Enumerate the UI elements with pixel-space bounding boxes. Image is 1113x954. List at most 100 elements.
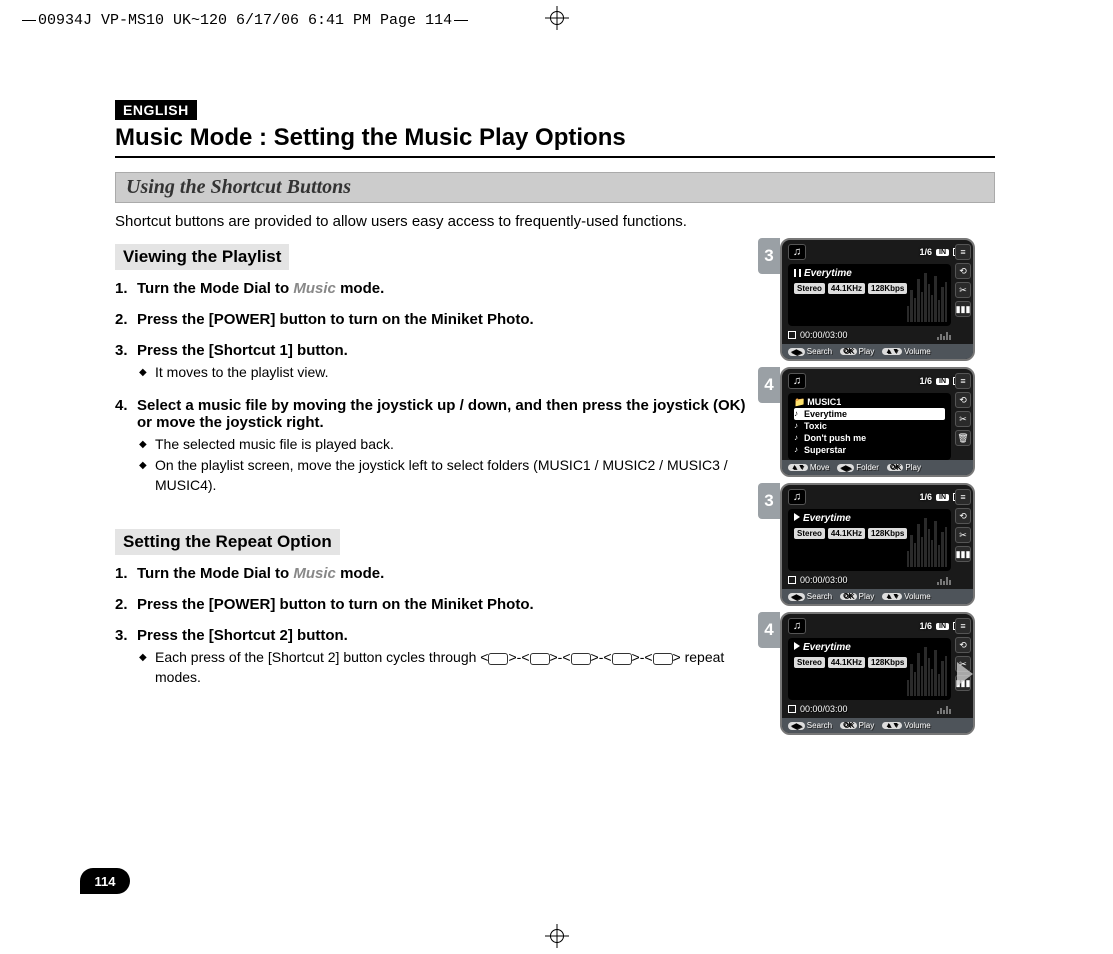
subheader-playlist: Viewing the Playlist bbox=[115, 244, 289, 270]
shortcut-icon-1: ≡ bbox=[955, 618, 971, 634]
music-mode-icon: ♫ bbox=[788, 373, 806, 389]
playback-time: 00:00/03:00 bbox=[800, 575, 848, 585]
repeat-steps: Turn the Mode Dial to Music mode. Press t… bbox=[115, 565, 760, 687]
screenshot-step-badge: 3 bbox=[758, 238, 780, 274]
shortcut-icon-3: ✂ bbox=[955, 282, 971, 298]
repeat-mode-icon bbox=[571, 653, 591, 665]
storage-indicator: IN bbox=[936, 494, 949, 501]
music-mode-icon: ♫ bbox=[788, 489, 806, 505]
audio-info-tag: 128Kbps bbox=[868, 657, 907, 668]
pause-icon bbox=[794, 269, 801, 277]
step-item: Turn the Mode Dial to Music mode. bbox=[115, 280, 760, 297]
shortcut-icon-1: ≡ bbox=[955, 489, 971, 505]
repeat-mode-icon bbox=[488, 653, 508, 665]
playback-time: 00:00/03:00 bbox=[800, 330, 848, 340]
page-title: Music Mode : Setting the Music Play Opti… bbox=[115, 124, 995, 158]
step-item: Press the [Shortcut 1] button.It moves t… bbox=[115, 342, 760, 383]
shortcut-icon-2: ⟲ bbox=[955, 392, 971, 408]
screenshot-step-badge: 4 bbox=[758, 612, 780, 648]
screenshot-step-badge: 3 bbox=[758, 483, 780, 519]
footer-hint: ◀▶Search bbox=[788, 347, 832, 356]
playlist-folder: MUSIC1 bbox=[794, 397, 945, 408]
print-header-text: 00934J VP-MS10 UK~120 6/17/06 6:41 PM Pa… bbox=[38, 12, 452, 29]
playlist-item: Toxic bbox=[794, 420, 945, 432]
audio-info-tag: 128Kbps bbox=[868, 528, 907, 539]
footer-hint: ▲▼Volume bbox=[882, 721, 931, 730]
audio-info-tag: Stereo bbox=[794, 283, 825, 294]
footer-hint: ▲▼Volume bbox=[882, 347, 931, 356]
shortcut-icon-3: ✂ bbox=[955, 411, 971, 427]
stop-icon bbox=[788, 576, 796, 584]
track-counter: 1/6 bbox=[919, 247, 932, 257]
track-counter: 1/6 bbox=[919, 376, 932, 386]
intro-text: Shortcut buttons are provided to allow u… bbox=[115, 213, 995, 230]
playlist-item: Everytime bbox=[794, 408, 945, 420]
shortcut-icon-4: ▮▮▮ bbox=[955, 546, 971, 562]
audio-info-tag: 44.1KHz bbox=[828, 283, 865, 294]
device-screenshot: 4♫1/6IN≡⟲✂▮▮▮EverytimeStereo44.1KHz128Kb… bbox=[780, 612, 995, 735]
page-content: ENGLISH Music Mode : Setting the Music P… bbox=[115, 100, 995, 741]
bullet-item: Each press of the [Shortcut 2] button cy… bbox=[137, 648, 760, 687]
shortcut-icon-2: ⟲ bbox=[955, 263, 971, 279]
shortcut-icon-1: ≡ bbox=[955, 244, 971, 260]
step-item: Press the [Shortcut 2] button.Each press… bbox=[115, 627, 760, 687]
playlist-item: Don't push me bbox=[794, 432, 945, 444]
storage-indicator: IN bbox=[936, 623, 949, 630]
page-number-badge: 114 bbox=[80, 868, 130, 894]
print-artifact-header: 00934J VP-MS10 UK~120 6/17/06 6:41 PM Pa… bbox=[20, 12, 470, 29]
audio-info-tag: Stereo bbox=[794, 657, 825, 668]
footer-hint: ◀▶Search bbox=[788, 592, 832, 601]
track-counter: 1/6 bbox=[919, 621, 932, 631]
instructions-column: Viewing the Playlist Turn the Mode Dial … bbox=[115, 238, 780, 741]
shortcut-icon-4: ▮▮▮ bbox=[955, 301, 971, 317]
music-mode-icon: ♫ bbox=[788, 618, 806, 634]
shortcut-icon-4: 🗑 bbox=[955, 430, 971, 446]
shortcut-icon-1: ≡ bbox=[955, 373, 971, 389]
audio-info-tag: 44.1KHz bbox=[828, 528, 865, 539]
device-screenshot: 3♫1/6IN≡⟲✂▮▮▮EverytimeStereo44.1KHz128Kb… bbox=[780, 238, 995, 361]
stop-icon bbox=[788, 331, 796, 339]
play-overlay-icon bbox=[957, 662, 973, 686]
shortcut-icon-2: ⟲ bbox=[955, 637, 971, 653]
footer-hint: ▲▼Volume bbox=[882, 592, 931, 601]
audio-info-tag: 44.1KHz bbox=[828, 657, 865, 668]
bullet-item: On the playlist screen, move the joystic… bbox=[137, 456, 760, 495]
step-item: Turn the Mode Dial to Music mode. bbox=[115, 565, 760, 582]
device-screenshot: 4♫1/6IN≡⟲✂🗑MUSIC1EverytimeToxicDon't pus… bbox=[780, 367, 995, 477]
audio-info-tag: 128Kbps bbox=[868, 283, 907, 294]
play-icon bbox=[794, 642, 800, 650]
playlist-item: Superstar bbox=[794, 444, 945, 456]
repeat-mode-icon bbox=[612, 653, 632, 665]
section-header: Using the Shortcut Buttons bbox=[115, 172, 995, 203]
shortcut-icon-3: ✂ bbox=[955, 527, 971, 543]
repeat-mode-icon bbox=[530, 653, 550, 665]
footer-hint: OKPlay bbox=[840, 347, 874, 356]
footer-hint: OKPlay bbox=[840, 721, 874, 730]
playback-time: 00:00/03:00 bbox=[800, 704, 848, 714]
registration-mark-bottom bbox=[545, 924, 569, 948]
language-tag: ENGLISH bbox=[115, 100, 197, 120]
storage-indicator: IN bbox=[936, 249, 949, 256]
shortcut-icon-2: ⟲ bbox=[955, 508, 971, 524]
step-item: Press the [POWER] button to turn on the … bbox=[115, 596, 760, 613]
music-mode-icon: ♫ bbox=[788, 244, 806, 260]
footer-hint: OKPlay bbox=[840, 592, 874, 601]
track-counter: 1/6 bbox=[919, 492, 932, 502]
repeat-mode-icon bbox=[653, 653, 673, 665]
registration-mark-top bbox=[545, 6, 569, 30]
footer-hint: ◀▶Search bbox=[788, 721, 832, 730]
storage-indicator: IN bbox=[936, 378, 949, 385]
play-icon bbox=[794, 513, 800, 521]
footer-hint: OKPlay bbox=[887, 463, 921, 472]
subheader-repeat: Setting the Repeat Option bbox=[115, 529, 340, 555]
footer-hint: ◀▶Folder bbox=[837, 463, 878, 472]
bullet-item: It moves to the playlist view. bbox=[137, 363, 760, 383]
step-item: Press the [POWER] button to turn on the … bbox=[115, 311, 760, 328]
audio-info-tag: Stereo bbox=[794, 528, 825, 539]
step-item: Select a music file by moving the joysti… bbox=[115, 397, 760, 496]
screenshot-step-badge: 4 bbox=[758, 367, 780, 403]
playlist-steps: Turn the Mode Dial to Music mode. Press t… bbox=[115, 280, 760, 495]
bullet-item: The selected music file is played back. bbox=[137, 435, 760, 455]
stop-icon bbox=[788, 705, 796, 713]
screenshots-column: 3♫1/6IN≡⟲✂▮▮▮EverytimeStereo44.1KHz128Kb… bbox=[780, 238, 995, 741]
